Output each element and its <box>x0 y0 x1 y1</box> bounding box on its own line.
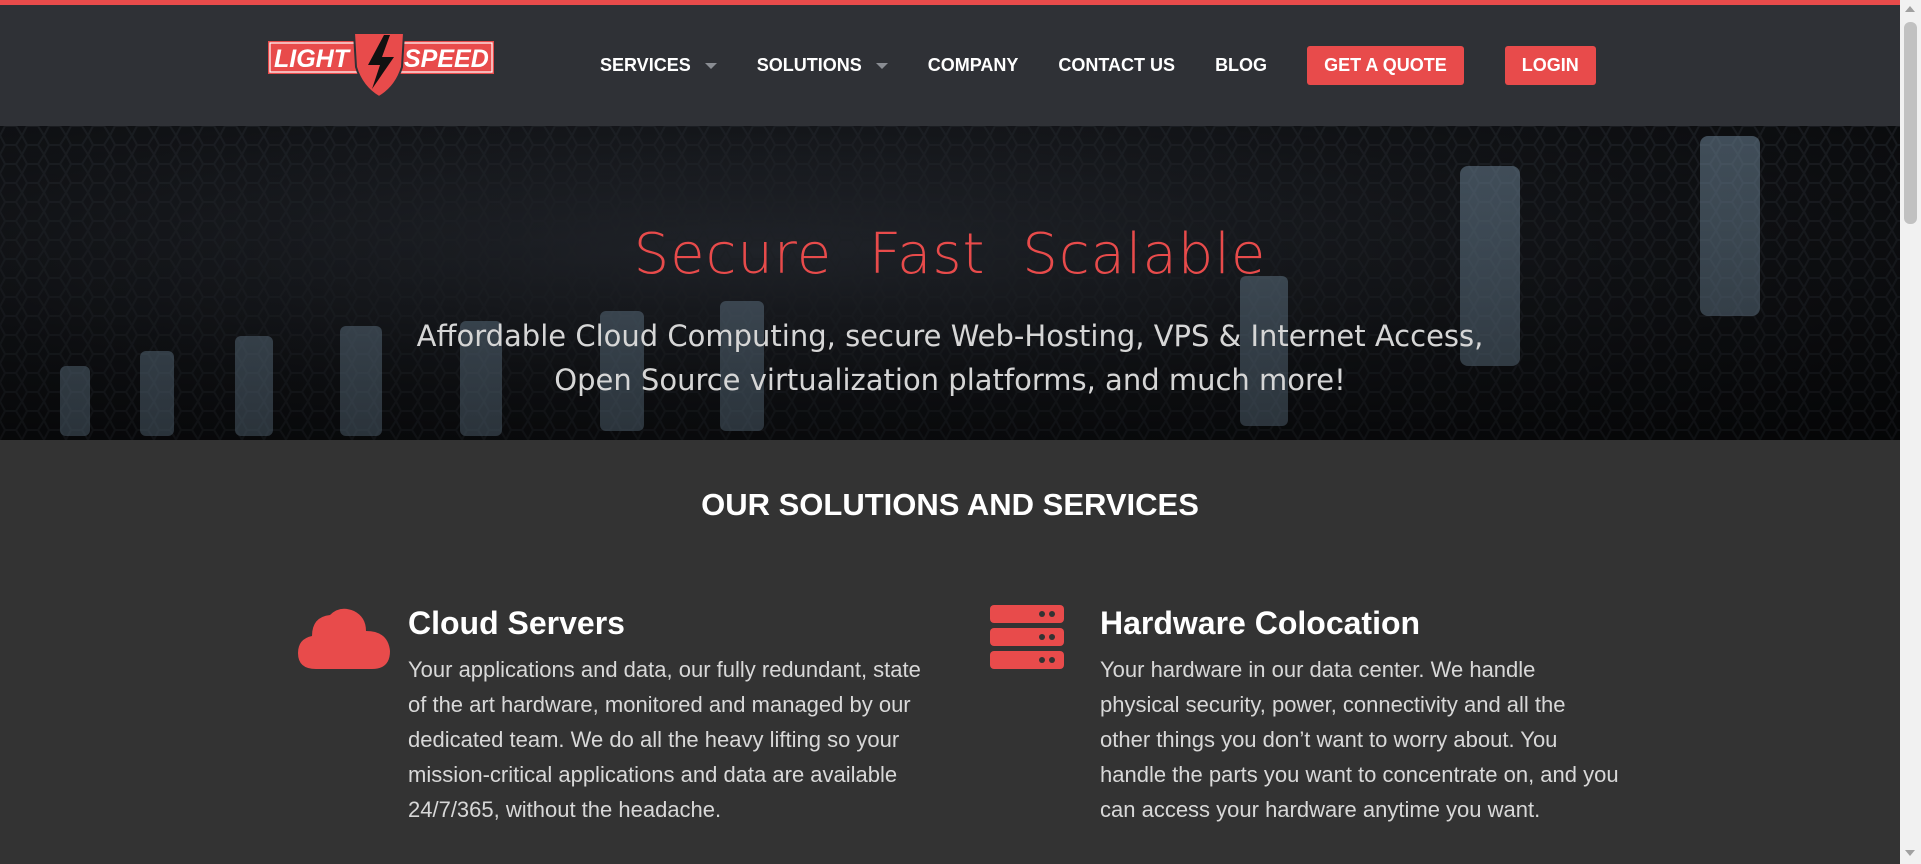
chevron-down-icon <box>875 62 888 69</box>
logo-text-light: LIGHT <box>274 45 352 73</box>
cloud-icon <box>298 608 390 669</box>
chevron-down-icon <box>704 62 717 69</box>
card-text-hardware-colocation: Your hardware in our data center. We han… <box>1100 657 1619 822</box>
login-button[interactable]: LOGIN <box>1504 46 1596 85</box>
scrollbar-thumb[interactable] <box>1904 22 1917 224</box>
server-rack-icon <box>990 605 1064 669</box>
lightspeed-logo[interactable]: LIGHT SPEED <box>266 27 496 97</box>
hero-banner: Secure Fast Scalable Affordable Cloud Co… <box>0 126 1900 440</box>
card-title-hardware-colocation: Hardware Colocation <box>1100 605 1421 641</box>
nav-label-contact-us: CONTACT US <box>1058 55 1176 75</box>
logo-text-speed: SPEED <box>404 45 489 73</box>
nav-item-services[interactable]: SERVICES <box>600 55 717 76</box>
nav-item-solutions[interactable]: SOLUTIONS <box>757 55 888 76</box>
vertical-scrollbar[interactable] <box>1900 0 1921 864</box>
nav-label-solutions: SOLUTIONS <box>756 55 862 75</box>
card-title-cloud-servers: Cloud Servers <box>408 605 625 641</box>
nav-item-contact-us[interactable]: CONTACT US <box>1058 55 1175 76</box>
section-title: OUR SOLUTIONS AND SERVICES <box>701 487 1199 522</box>
scroll-up-arrow-icon[interactable] <box>1905 6 1915 12</box>
hero-subtitle-line-2: Open Source virtualization platforms, an… <box>554 363 1346 397</box>
site-header: LIGHT SPEED SERVICES SOLUTIONS COMPANY C… <box>0 5 1900 126</box>
nav-label-blog: BLOG <box>1215 55 1268 75</box>
hero-subtitle: Affordable Cloud Computing, secure Web-H… <box>0 314 1900 402</box>
nav-item-blog[interactable]: BLOG <box>1215 55 1267 76</box>
card-text-cloud-servers: Your applications and data, our fully re… <box>408 657 921 822</box>
scroll-down-arrow-icon[interactable] <box>1905 850 1915 856</box>
main-nav: SERVICES SOLUTIONS COMPANY CONTACT US BL… <box>600 5 1637 126</box>
hero-title: Secure Fast Scalable <box>633 222 1267 287</box>
nav-label-services: SERVICES <box>600 55 691 75</box>
nav-item-company[interactable]: COMPANY <box>928 55 1019 76</box>
get-a-quote-button[interactable]: GET A QUOTE <box>1307 46 1464 85</box>
hero-subtitle-line-1: Affordable Cloud Computing, secure Web-H… <box>416 319 1484 353</box>
nav-label-company: COMPANY <box>927 55 1019 75</box>
